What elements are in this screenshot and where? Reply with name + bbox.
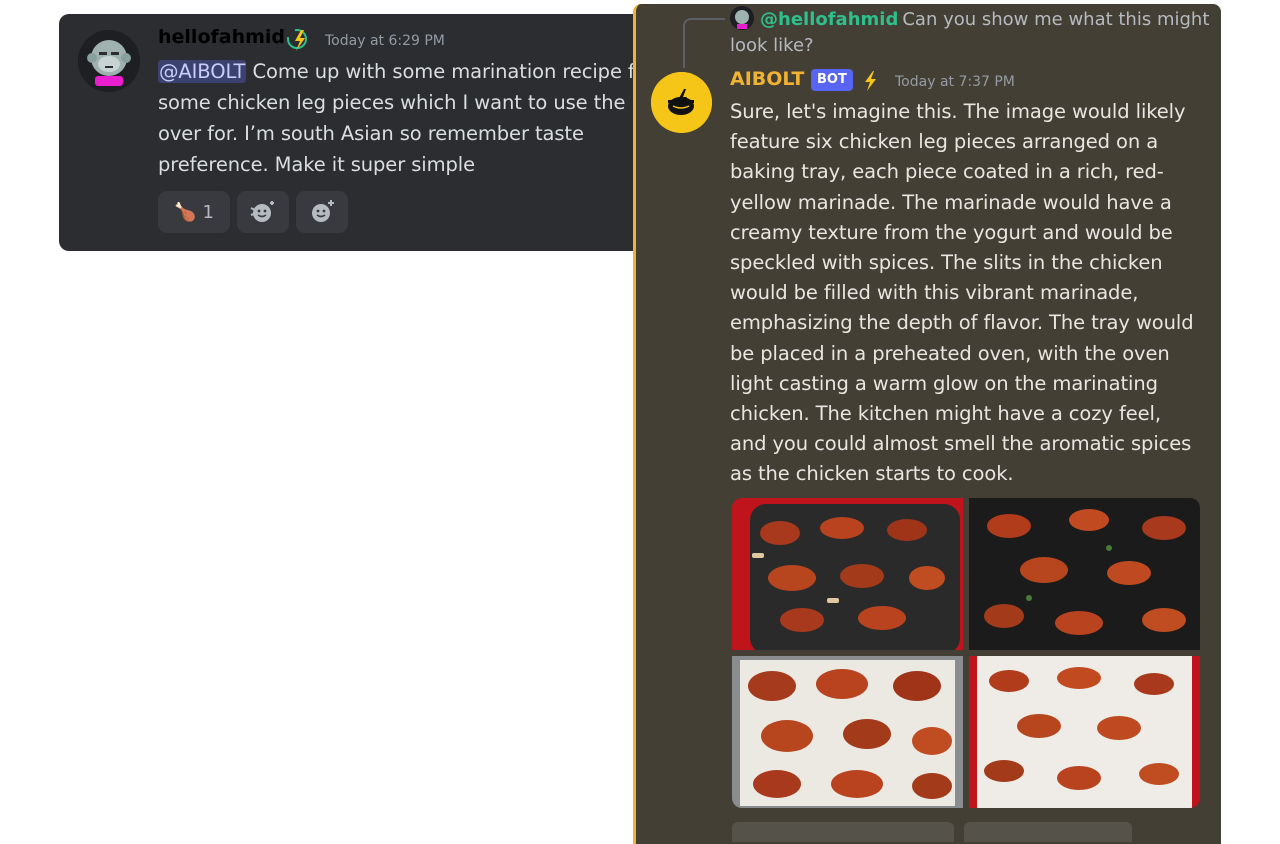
reply-preview[interactable]: @hellofahmid Can you show me what this mi… bbox=[730, 6, 1210, 59]
bot-timestamp: Today at 7:37 PM bbox=[895, 74, 1015, 90]
bot-message: @hellofahmid Can you show me what this mi… bbox=[633, 4, 1221, 844]
username[interactable]: hellofahmid bbox=[158, 26, 285, 48]
reply-avatar bbox=[730, 6, 754, 30]
reaction-poultry-leg[interactable]: 🍗 1 bbox=[158, 191, 230, 233]
add-reaction-button[interactable] bbox=[296, 191, 348, 233]
mention[interactable]: @AIBOLT bbox=[158, 60, 247, 83]
lightning-icon bbox=[865, 71, 876, 91]
monkey-avatar-icon bbox=[78, 30, 140, 92]
chicken-image-4[interactable] bbox=[969, 656, 1200, 808]
add-reaction-icon bbox=[312, 200, 334, 222]
message-content: @AIBOLT Come up with some marination rec… bbox=[158, 56, 658, 182]
chicken-image-2[interactable] bbox=[969, 498, 1200, 650]
timestamp: Today at 6:29 PM bbox=[325, 33, 445, 49]
add-super-reaction-icon bbox=[250, 201, 274, 222]
add-super-reaction-button[interactable] bbox=[237, 191, 289, 233]
lightning-badge-icon bbox=[287, 29, 307, 51]
image-gallery bbox=[732, 498, 1200, 808]
bolt-pot-avatar-icon bbox=[651, 72, 712, 133]
chicken-image-3[interactable] bbox=[732, 656, 963, 808]
action-button-1[interactable] bbox=[732, 822, 954, 842]
user-message: hellofahmid Today at 6:29 PM @AIBOLT Com… bbox=[59, 14, 659, 251]
poultry-leg-emoji: 🍗 bbox=[174, 201, 197, 223]
chicken-image-1[interactable] bbox=[732, 498, 963, 650]
chicken-image-1-graphic bbox=[732, 498, 963, 650]
user-avatar[interactable] bbox=[78, 30, 140, 92]
chicken-image-3-graphic bbox=[732, 656, 963, 808]
bot-message-text: Sure, let's imagine this. The image woul… bbox=[730, 100, 1194, 486]
bot-avatar[interactable] bbox=[651, 72, 712, 133]
reaction-count: 1 bbox=[202, 201, 214, 223]
monkey-avatar-icon bbox=[730, 6, 754, 30]
chicken-image-2-graphic bbox=[969, 498, 1200, 650]
reaction-bar: 🍗 1 bbox=[158, 191, 348, 233]
bot-tag: BOT bbox=[811, 69, 853, 91]
action-button-2[interactable] bbox=[964, 822, 1132, 842]
bot-username[interactable]: AIBOLT bbox=[730, 68, 804, 90]
chicken-image-4-graphic bbox=[969, 656, 1200, 808]
reply-connector bbox=[683, 18, 725, 68]
reply-username[interactable]: @hellofahmid bbox=[760, 9, 898, 30]
